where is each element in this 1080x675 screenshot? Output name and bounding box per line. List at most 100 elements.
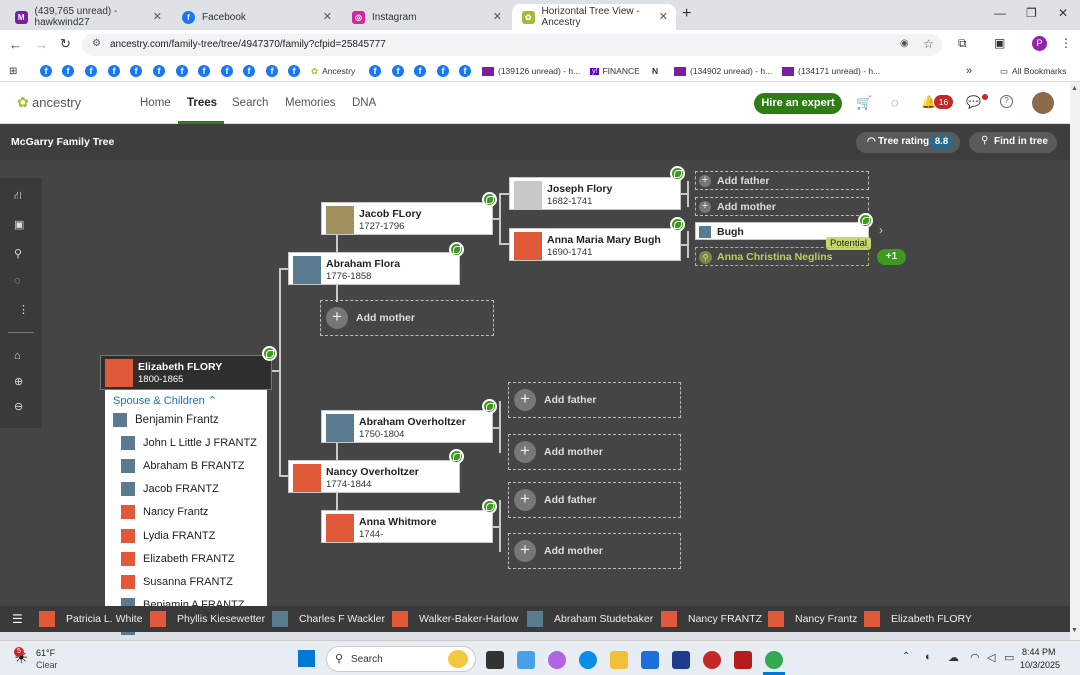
- plus-one-badge[interactable]: +1: [877, 249, 906, 265]
- hint-leaf-icon[interactable]: [482, 399, 497, 414]
- add-father-button[interactable]: + Add father: [508, 382, 681, 418]
- taskbar-search[interactable]: ⚲ Search: [326, 646, 476, 672]
- zoom-out-icon[interactable]: ⊖: [14, 400, 23, 413]
- windows-start-icon[interactable]: [298, 650, 315, 667]
- close-icon[interactable]: ✕: [153, 10, 162, 23]
- hire-expert-button[interactable]: Hire an expert: [754, 93, 842, 114]
- tab-instagram[interactable]: ◎ Instagram ✕: [342, 4, 510, 30]
- child-item[interactable]: Elizabeth FRANTZ: [121, 552, 235, 566]
- tray-app-icon[interactable]: ◐: [925, 651, 932, 663]
- add-mother-button[interactable]: + Add mother: [508, 434, 681, 470]
- bookmark-facebook[interactable]: f: [40, 64, 52, 78]
- ancestry-logo[interactable]: ancestry: [32, 95, 81, 110]
- bookmark-finance[interactable]: y! FINANCE: [590, 64, 640, 78]
- chat-icon[interactable]: ◌: [891, 95, 899, 110]
- bookmark-facebook[interactable]: f: [459, 64, 471, 78]
- hint-leaf-icon[interactable]: [670, 166, 685, 181]
- nav-trees[interactable]: Trees: [187, 97, 217, 109]
- bookmark-facebook[interactable]: f: [221, 64, 233, 78]
- task-view-icon[interactable]: [486, 651, 504, 669]
- tree-view-icon[interactable]: ⛙: [14, 190, 22, 204]
- edge-icon[interactable]: [579, 651, 597, 669]
- menu-icon[interactable]: ⋮: [1060, 36, 1072, 50]
- person-card-elizabeth-flory[interactable]: Elizabeth FLORY 1800-1865: [100, 355, 272, 390]
- bookmark-mail[interactable]: (134171 unread) - h...: [782, 64, 880, 78]
- potential-mother-anna-christina-neglins[interactable]: ⚲ Anna Christina Neglins: [695, 247, 869, 266]
- recent-person[interactable]: Patricia L. White: [39, 611, 142, 627]
- page-scrollbar[interactable]: ▲ ▼: [1070, 82, 1080, 640]
- file-explorer-icon[interactable]: [610, 651, 628, 669]
- gallery-icon[interactable]: ▣: [14, 218, 24, 231]
- spouse-children-toggle[interactable]: Spouse & Children ⌃: [113, 394, 217, 407]
- hint-leaf-icon[interactable]: [482, 192, 497, 207]
- cart-icon[interactable]: 🛒: [856, 95, 872, 111]
- bookmark-facebook[interactable]: f: [62, 64, 74, 78]
- spouse-item[interactable]: Benjamin Frantz: [113, 413, 219, 427]
- tree-title[interactable]: McGarry Family Tree: [11, 136, 114, 148]
- person-card-abraham-flora[interactable]: Abraham Flora 1776-1858: [288, 252, 460, 285]
- hint-leaf-icon[interactable]: [482, 499, 497, 514]
- scroll-up-icon[interactable]: ▲: [1071, 85, 1078, 92]
- help-icon[interactable]: ?: [1000, 95, 1013, 108]
- window-close-icon[interactable]: ✕: [1058, 6, 1068, 20]
- person-card-anna-maria-mary-bugh[interactable]: Anna Maria Mary Bugh 1690-1741: [509, 228, 681, 261]
- child-item[interactable]: Jacob FRANTZ: [121, 482, 219, 496]
- clock-time[interactable]: 8:44 PM: [1022, 647, 1056, 657]
- person-card-jacob-flory[interactable]: Jacob FLory 1727-1796: [321, 202, 493, 235]
- person-search-icon[interactable]: ⚲: [14, 247, 22, 260]
- back-icon[interactable]: ←: [9, 37, 22, 52]
- bookmark-facebook[interactable]: f: [198, 64, 210, 78]
- more-bookmarks[interactable]: »: [966, 64, 972, 78]
- tab-ancestry[interactable]: ✿ Horizontal Tree View - Ancestry ✕: [512, 4, 676, 30]
- recent-person[interactable]: Nancy FRANTZ: [661, 611, 762, 627]
- app-red-icon[interactable]: [703, 651, 721, 669]
- add-mother-button[interactable]: + Add mother: [508, 533, 681, 569]
- bookmark-facebook[interactable]: f: [369, 64, 381, 78]
- add-mother-button[interactable]: + Add mother: [695, 197, 869, 216]
- sidepanel-icon[interactable]: ▣: [994, 36, 1005, 50]
- nav-memories[interactable]: Memories: [285, 97, 335, 109]
- bookmark-facebook[interactable]: f: [130, 64, 142, 78]
- extensions-icon[interactable]: ⧉: [958, 36, 967, 51]
- store-icon[interactable]: [641, 651, 659, 669]
- bookmark-facebook[interactable]: f: [414, 64, 426, 78]
- bookmark-facebook[interactable]: f: [266, 64, 278, 78]
- mcafee-icon[interactable]: [734, 651, 752, 669]
- child-item[interactable]: Lydia FRANTZ: [121, 529, 215, 543]
- nav-home[interactable]: Home: [140, 97, 171, 109]
- bookmark-facebook[interactable]: f: [288, 64, 300, 78]
- bookmark-facebook[interactable]: f: [153, 64, 165, 78]
- close-icon[interactable]: ✕: [323, 10, 332, 23]
- scroll-down-icon[interactable]: ▼: [1071, 627, 1078, 634]
- add-mother-button[interactable]: + Add mother: [320, 300, 494, 336]
- close-icon[interactable]: ✕: [659, 10, 668, 23]
- chrome-icon[interactable]: [765, 651, 783, 669]
- add-father-button[interactable]: + Add father: [695, 171, 869, 190]
- list-icon[interactable]: ☰: [12, 612, 23, 626]
- bookmark-facebook[interactable]: f: [108, 64, 120, 78]
- bookmark-mail[interactable]: (139126 unread) - h...: [482, 64, 580, 78]
- tab-facebook[interactable]: f Facebook ✕: [172, 4, 340, 30]
- child-item[interactable]: Susanna FRANTZ: [121, 575, 233, 589]
- profile-avatar[interactable]: P: [1032, 36, 1047, 51]
- recent-person[interactable]: Elizabeth FLORY: [864, 611, 972, 627]
- more-icon[interactable]: ⋮: [18, 303, 29, 316]
- bookmark-ancestry[interactable]: ✿ Ancestry: [311, 64, 355, 78]
- child-item[interactable]: Nancy Frantz: [121, 505, 208, 519]
- address-bar[interactable]: ⚙ ancestry.com/family-tree/tree/4947370/…: [82, 34, 942, 56]
- wifi-icon[interactable]: ◠: [970, 651, 980, 664]
- hint-leaf-icon[interactable]: [449, 449, 464, 464]
- cloud-icon[interactable]: ☁: [948, 651, 959, 664]
- all-bookmarks[interactable]: ▭ All Bookmarks: [1000, 64, 1066, 78]
- apps-icon[interactable]: ⊞: [9, 64, 17, 78]
- hint-leaf-icon[interactable]: ◌: [14, 275, 21, 287]
- close-icon[interactable]: ✕: [493, 10, 502, 23]
- app-icon[interactable]: [548, 651, 566, 669]
- bookmark-notion[interactable]: N: [652, 64, 658, 78]
- person-card-nancy-overholtzer[interactable]: Nancy Overholtzer 1774-1844: [288, 460, 460, 493]
- chevron-right-icon[interactable]: ›: [879, 223, 883, 237]
- bookmark-facebook[interactable]: f: [392, 64, 404, 78]
- recent-person[interactable]: Walker-Baker-Harlow: [392, 611, 518, 627]
- hint-leaf-icon[interactable]: [449, 242, 464, 257]
- site-info-icon[interactable]: ⚙: [92, 38, 101, 49]
